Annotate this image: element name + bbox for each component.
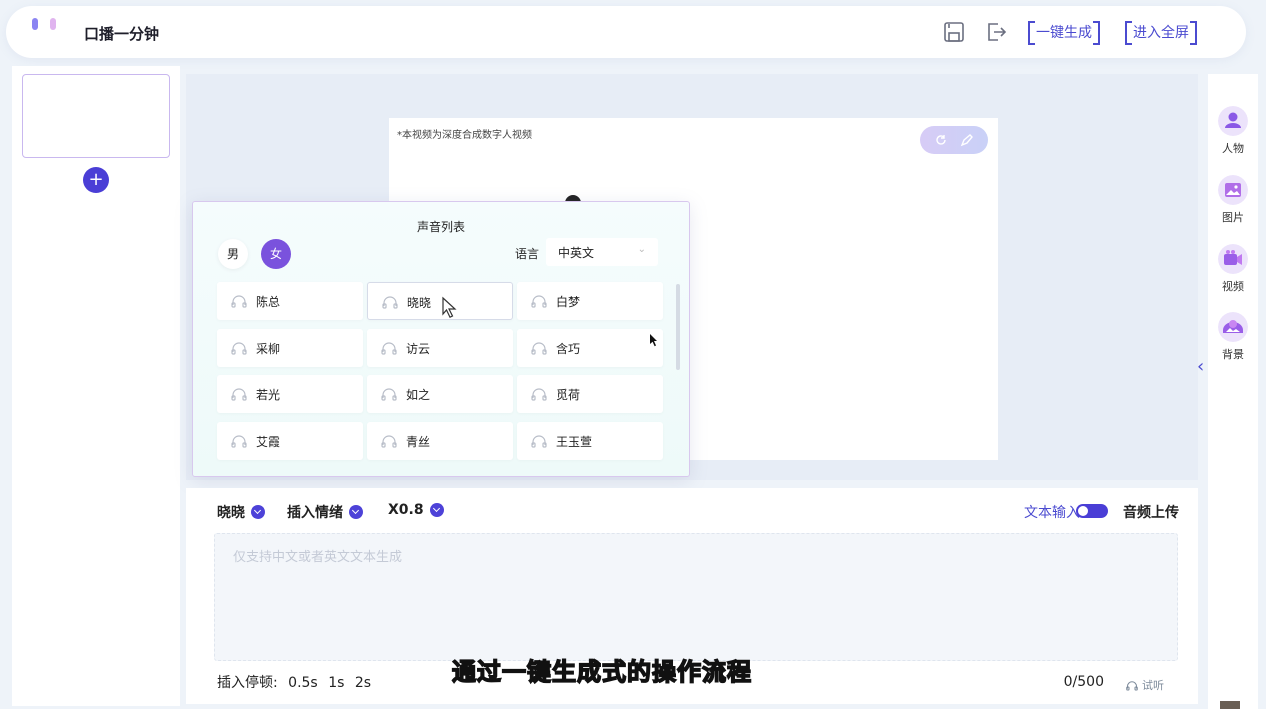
voice-name: 艾霞: [256, 435, 281, 449]
language-value: 中英文: [558, 246, 595, 260]
corner-thumbnail: [1220, 701, 1240, 709]
video-subtitle: 通过一键生成式的操作流程: [451, 657, 752, 687]
chevron-down-icon: [251, 505, 265, 519]
pause-option[interactable]: 2s: [355, 675, 371, 691]
voice-item[interactable]: 陈总: [217, 282, 363, 320]
voice-name: 含巧: [556, 342, 581, 356]
voice-name: 若光: [256, 388, 281, 402]
voice-item-selected[interactable]: 晓晓: [367, 282, 513, 320]
toolbar-video-label: 视频: [1222, 280, 1244, 293]
video-camera-icon: [1218, 244, 1248, 274]
voice-item[interactable]: 青丝: [367, 422, 513, 460]
script-textarea[interactable]: 仅支持中文或者英文文本生成: [214, 533, 1178, 661]
refresh-icon[interactable]: [934, 133, 948, 147]
headphones-icon: [381, 342, 397, 355]
headphones-icon: [231, 295, 247, 308]
voice-dropdown[interactable]: 晓晓: [217, 502, 265, 522]
pointer-cursor-icon: [650, 334, 657, 347]
voice-list-popup: 声音列表 男 女 语言 中英文 ⌄ 陈总 晓晓 白梦 采柳 访云 含巧 若光 如…: [192, 201, 690, 477]
collapse-panel-icon[interactable]: ‹: [1197, 356, 1204, 377]
char-counter: 0/500: [1063, 674, 1104, 690]
gender-male-button[interactable]: 男: [218, 239, 248, 269]
language-label: 语言: [515, 247, 540, 261]
pause-option[interactable]: 1s: [328, 675, 344, 691]
pause-label: 插入停顿:: [217, 675, 278, 691]
emotion-label: 插入情绪: [287, 505, 343, 521]
voice-item[interactable]: 艾霞: [217, 422, 363, 460]
voice-item[interactable]: 觅荷: [517, 375, 663, 413]
chevron-down-icon: ⌄: [637, 244, 646, 255]
background-icon: [1218, 312, 1248, 342]
headphones-icon: [531, 388, 547, 401]
toolbar-image[interactable]: 图片: [1208, 175, 1258, 225]
headphones-icon: [382, 296, 398, 309]
headphones-icon: [231, 435, 247, 448]
voice-name: 白梦: [556, 295, 581, 309]
headphones-icon: [381, 388, 397, 401]
top-bar: 口播一分钟 一键生成 进入全屏: [6, 6, 1246, 58]
headphones-icon: [381, 435, 397, 448]
toolbar-video[interactable]: 视频: [1208, 244, 1258, 294]
edit-icon[interactable]: [960, 133, 974, 147]
current-voice: 晓晓: [217, 505, 245, 521]
image-icon: [1218, 175, 1248, 205]
app-title: 口播一分钟: [84, 25, 160, 43]
voice-item[interactable]: 若光: [217, 375, 363, 413]
voice-item[interactable]: 采柳: [217, 329, 363, 367]
language-select[interactable]: 中英文 ⌄: [546, 238, 658, 266]
headphones-icon: [531, 295, 547, 308]
voice-name: 陈总: [256, 295, 281, 309]
toolbar-background[interactable]: 背景: [1208, 312, 1258, 362]
insert-pause-row: 插入停顿: 0.5s 1s 2s: [217, 672, 371, 692]
voice-item[interactable]: 王玉萱: [517, 422, 663, 460]
text-input-mode-label[interactable]: 文本输入: [1024, 502, 1080, 522]
headphones-icon: [531, 435, 547, 448]
try-listen-button[interactable]: 试听: [1126, 677, 1164, 693]
voice-name: 晓晓: [407, 296, 432, 310]
toolbar-person[interactable]: 人物: [1208, 106, 1258, 156]
save-icon[interactable]: [942, 20, 966, 44]
speed-value: X0.8: [388, 502, 424, 518]
pause-option[interactable]: 0.5s: [288, 675, 318, 691]
video-tools[interactable]: [920, 126, 988, 154]
voice-item[interactable]: 如之: [367, 375, 513, 413]
generate-button[interactable]: 一键生成: [1028, 21, 1100, 45]
chevron-down-icon: [349, 505, 363, 519]
voice-name: 采柳: [256, 342, 281, 356]
scene-thumbnail[interactable]: [22, 74, 170, 158]
voice-name: 王玉萱: [556, 435, 593, 449]
input-mode-toggle[interactable]: [1076, 504, 1108, 518]
voice-item[interactable]: 白梦: [517, 282, 663, 320]
add-scene-button[interactable]: +: [83, 167, 109, 193]
toolbar-person-label: 人物: [1222, 142, 1244, 155]
voice-list-scrollbar[interactable]: [676, 284, 680, 370]
toolbar-image-label: 图片: [1222, 211, 1244, 224]
emotion-dropdown[interactable]: 插入情绪: [287, 502, 363, 522]
voice-item[interactable]: 含巧: [517, 329, 663, 367]
voice-list-title: 声音列表: [416, 220, 465, 234]
voice-item[interactable]: 访云: [367, 329, 513, 367]
voice-name: 访云: [406, 342, 431, 356]
toolbar-background-label: 背景: [1222, 348, 1244, 361]
app-logo: [32, 18, 56, 30]
person-icon: [1218, 106, 1248, 136]
headphones-icon: [231, 342, 247, 355]
voice-name: 如之: [406, 388, 431, 402]
speed-dropdown[interactable]: X0.8: [388, 502, 444, 518]
headphones-icon: [1126, 680, 1138, 691]
voice-name: 青丝: [406, 435, 431, 449]
headphones-icon: [531, 342, 547, 355]
deepfake-notice: *本视频为深度合成数字人视频: [397, 130, 532, 141]
voice-name: 觅荷: [556, 388, 581, 402]
chevron-down-icon: [429, 503, 444, 517]
audio-upload-mode-label[interactable]: 音频上传: [1123, 502, 1179, 522]
fullscreen-button[interactable]: 进入全屏: [1125, 21, 1197, 45]
right-toolbar: 人物 图片 视频 背景: [1208, 74, 1258, 709]
headphones-icon: [231, 388, 247, 401]
scene-list-panel: +: [12, 66, 180, 706]
mouse-cursor-icon: [442, 296, 457, 318]
try-listen-label: 试听: [1142, 679, 1164, 692]
exit-icon[interactable]: [984, 20, 1008, 44]
gender-female-button[interactable]: 女: [261, 239, 291, 269]
